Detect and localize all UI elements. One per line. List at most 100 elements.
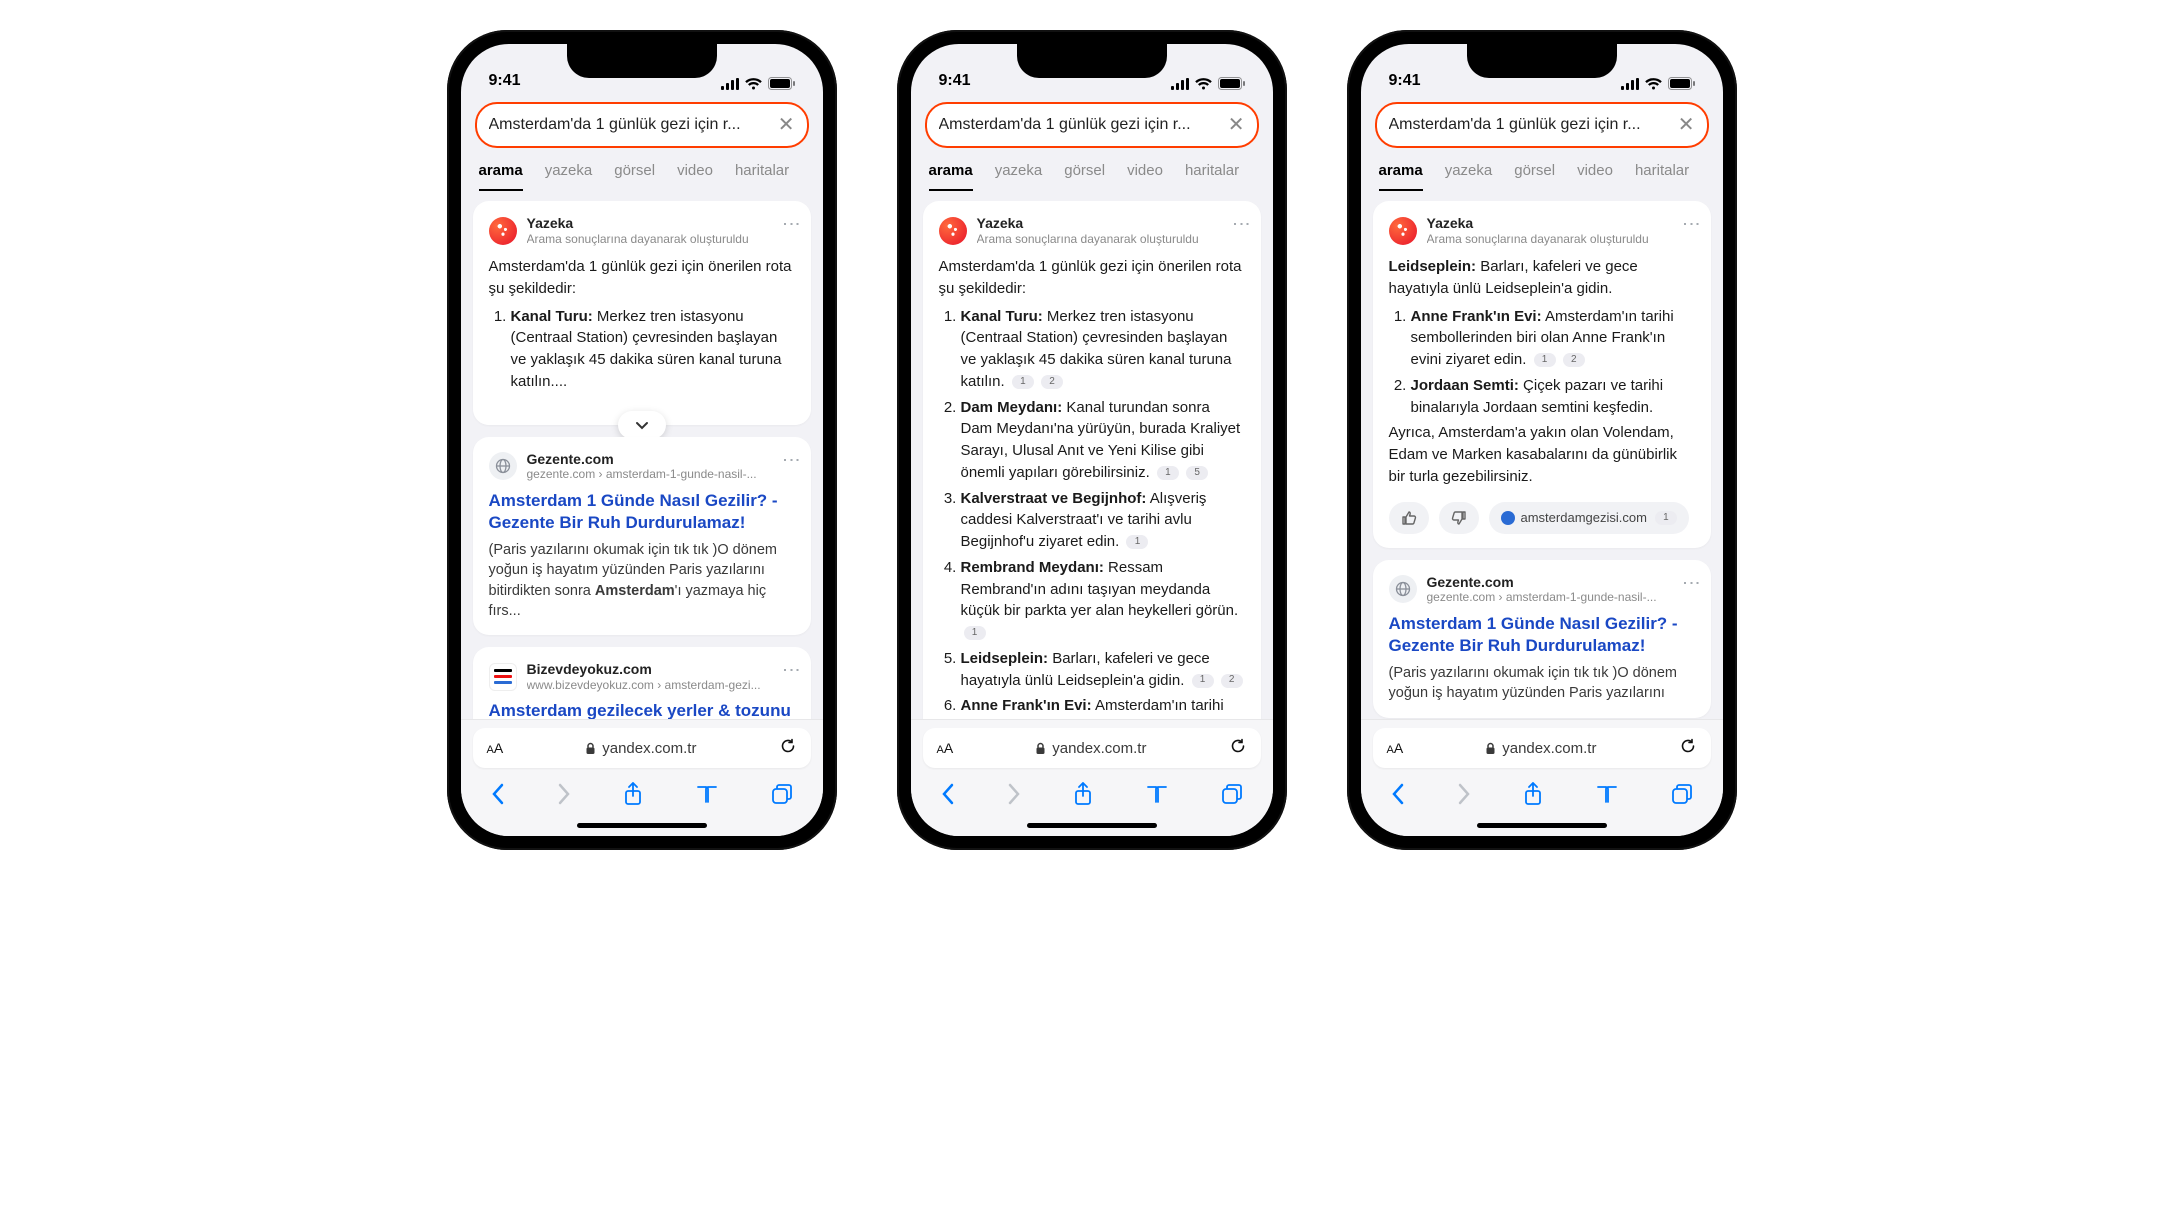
safari-toolbar: AA yandex.com.tr [1361, 719, 1723, 836]
text-size-button[interactable]: AA [1387, 740, 1404, 756]
address-domain: yandex.com.tr [602, 740, 696, 757]
thumbs-down-button[interactable] [1439, 502, 1479, 534]
card-menu-icon[interactable]: ⋮ [785, 661, 799, 680]
search-bar[interactable]: Amsterdam'da 1 günlük gezi için r... ✕ [475, 102, 809, 148]
tab-gorsel[interactable]: görsel [1514, 162, 1555, 191]
search-result-card[interactable]: Bizevdeyokuz.com www.bizevdeyokuz.com › … [473, 647, 811, 719]
wifi-icon [745, 78, 762, 90]
results-scroll[interactable]: Yazeka Arama sonuçlarına dayanarak oluşt… [1361, 191, 1723, 719]
yazeka-icon [1389, 217, 1417, 245]
yazeka-card-expanded: Yazeka Arama sonuçlarına dayanarak oluşt… [923, 201, 1261, 719]
reload-button[interactable] [1229, 737, 1247, 760]
result-title: Amsterdam gezilecek yerler & tozunu [489, 700, 795, 719]
search-bar[interactable]: Amsterdam'da 1 günlük gezi için r... ✕ [925, 102, 1259, 148]
thumbs-up-icon [1401, 510, 1417, 526]
safari-toolbar: AA yandex.com.tr [461, 719, 823, 836]
tab-yazeka[interactable]: yazeka [545, 162, 593, 191]
yazeka-body: Leidseplein: Barları, kafeleri ve gece h… [1389, 256, 1695, 488]
result-title: Amsterdam 1 Günde Nasıl Gezilir? - Gezen… [1389, 613, 1695, 657]
tab-gorsel[interactable]: görsel [614, 162, 655, 191]
battery-icon [768, 77, 795, 90]
card-menu-icon[interactable]: ⋮ [1235, 215, 1249, 234]
expand-button[interactable] [618, 411, 666, 439]
address-domain: yandex.com.tr [1052, 740, 1146, 757]
tab-yazeka[interactable]: yazeka [995, 162, 1043, 191]
yazeka-icon [939, 217, 967, 245]
bookmarks-button[interactable] [1595, 784, 1619, 804]
back-button[interactable] [491, 783, 505, 805]
reload-button[interactable] [779, 737, 797, 760]
status-time: 9:41 [939, 72, 971, 90]
back-button[interactable] [941, 783, 955, 805]
tab-haritalar[interactable]: haritalar [1185, 162, 1239, 191]
tab-haritalar[interactable]: haritalar [735, 162, 789, 191]
forward-button[interactable] [1007, 783, 1021, 805]
yazeka-title: Yazeka [977, 215, 1199, 232]
search-result-card[interactable]: Gezente.com gezente.com › amsterdam-1-gu… [1373, 560, 1711, 718]
card-menu-icon[interactable]: ⋮ [785, 215, 799, 234]
tab-gorsel[interactable]: görsel [1064, 162, 1105, 191]
forward-button[interactable] [557, 783, 571, 805]
yazeka-subtitle: Arama sonuçlarına dayanarak oluşturuldu [527, 232, 749, 246]
card-menu-icon[interactable]: ⋮ [1685, 574, 1699, 593]
tab-yazeka[interactable]: yazeka [1445, 162, 1493, 191]
forward-button[interactable] [1457, 783, 1471, 805]
search-result-card[interactable]: Gezente.com gezente.com › amsterdam-1-gu… [473, 437, 811, 636]
phone-3: 9:41 Amsterdam'da 1 günlük gezi için r..… [1347, 30, 1737, 850]
notch [1017, 44, 1167, 78]
results-scroll[interactable]: Yazeka Arama sonuçlarına dayanarak oluşt… [461, 191, 823, 719]
card-menu-icon[interactable]: ⋮ [785, 451, 799, 470]
tab-video[interactable]: video [677, 162, 713, 191]
result-site-name: Bizevdeyokuz.com [527, 661, 761, 678]
tab-video[interactable]: video [1127, 162, 1163, 191]
search-tabs: arama yazeka görsel video haritalar [911, 148, 1273, 191]
tab-haritalar[interactable]: haritalar [1635, 162, 1689, 191]
yazeka-card-tail: Yazeka Arama sonuçlarına dayanarak oluşt… [1373, 201, 1711, 548]
address-domain: yandex.com.tr [1502, 740, 1596, 757]
result-snippet: (Paris yazılarını okumak için tık tık )O… [489, 540, 795, 621]
search-tabs: arama yazeka görsel video haritalar [1361, 148, 1723, 191]
card-menu-icon[interactable]: ⋮ [1685, 215, 1699, 234]
tabs-button[interactable] [1221, 783, 1243, 805]
text-size-button[interactable]: AA [487, 740, 504, 756]
cellular-icon [1621, 78, 1639, 90]
site-globe-icon [1389, 575, 1417, 603]
status-time: 9:41 [1389, 72, 1421, 90]
bookmarks-button[interactable] [1145, 784, 1169, 804]
notch [1467, 44, 1617, 78]
site-favicon [489, 663, 517, 691]
results-scroll[interactable]: Yazeka Arama sonuçlarına dayanarak oluşt… [911, 191, 1273, 719]
search-bar[interactable]: Amsterdam'da 1 günlük gezi için r... ✕ [1375, 102, 1709, 148]
bookmarks-button[interactable] [695, 784, 719, 804]
text-size-button[interactable]: AA [937, 740, 954, 756]
yazeka-body: Amsterdam'da 1 günlük gezi için önerilen… [489, 256, 795, 393]
clear-search-icon[interactable]: ✕ [1678, 115, 1695, 135]
reload-button[interactable] [1679, 737, 1697, 760]
back-button[interactable] [1391, 783, 1405, 805]
safari-toolbar: AA yandex.com.tr [911, 719, 1273, 836]
tab-arama[interactable]: arama [1379, 162, 1423, 191]
share-button[interactable] [1523, 782, 1543, 806]
address-bar[interactable]: AA yandex.com.tr [1373, 728, 1711, 768]
home-indicator [577, 823, 707, 828]
clear-search-icon[interactable]: ✕ [1228, 115, 1245, 135]
source-chip-1[interactable]: amsterdamgezisi.com1 [1489, 502, 1689, 534]
address-bar[interactable]: AA yandex.com.tr [923, 728, 1261, 768]
share-button[interactable] [623, 782, 643, 806]
result-site-name: Gezente.com [1427, 574, 1657, 591]
tab-arama[interactable]: arama [929, 162, 973, 191]
site-globe-icon [489, 452, 517, 480]
wifi-icon [1645, 78, 1662, 90]
share-button[interactable] [1073, 782, 1093, 806]
cellular-icon [1171, 78, 1189, 90]
tab-video[interactable]: video [1577, 162, 1613, 191]
result-title: Amsterdam 1 Günde Nasıl Gezilir? - Gezen… [489, 490, 795, 534]
clear-search-icon[interactable]: ✕ [778, 115, 795, 135]
lock-icon [1035, 742, 1046, 755]
tabs-button[interactable] [1671, 783, 1693, 805]
address-bar[interactable]: AA yandex.com.tr [473, 728, 811, 768]
tabs-button[interactable] [771, 783, 793, 805]
search-query-text: Amsterdam'da 1 günlük gezi için r... [489, 116, 770, 134]
thumbs-up-button[interactable] [1389, 502, 1429, 534]
tab-arama[interactable]: arama [479, 162, 523, 191]
